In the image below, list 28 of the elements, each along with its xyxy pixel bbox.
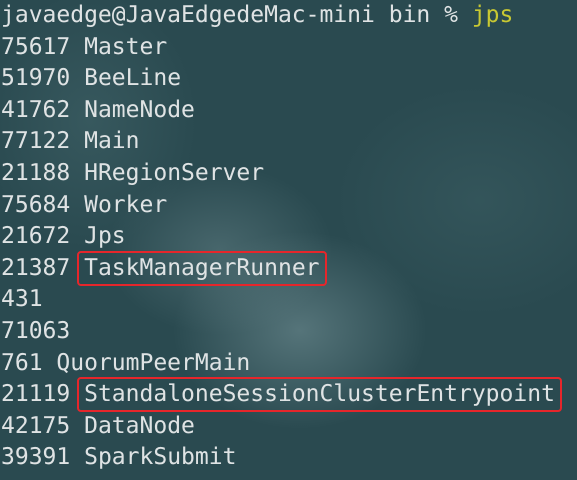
process-name: Worker <box>83 190 168 220</box>
process-id: 21387 <box>1 254 70 281</box>
process-id: 41762 <box>1 96 70 123</box>
process-id: 71063 <box>1 318 70 344</box>
process-name: Main <box>83 127 140 156</box>
process-id: 431 <box>1 286 43 312</box>
process-id: 42175 <box>1 412 70 439</box>
highlighted-process-name: StandaloneSessionClusterEntrypoint <box>77 377 562 412</box>
process-id: 21119 <box>1 381 70 408</box>
process-id: 51970 <box>1 65 70 92</box>
process-id: 21188 <box>1 160 70 186</box>
process-name: SparkSubmit <box>83 443 238 472</box>
process-name: QuorumPeerMain <box>55 348 252 378</box>
command-text: jps <box>472 2 514 28</box>
process-name: BeeLine <box>83 64 182 94</box>
process-name: Master <box>83 32 168 62</box>
process-id: 761 <box>1 350 43 376</box>
process-name: DataNode <box>83 412 196 441</box>
process-id: 75684 <box>1 192 70 218</box>
process-id: 21672 <box>1 223 70 250</box>
highlighted-process-name: TaskManagerRunner <box>77 250 327 286</box>
process-id: 39391 <box>1 444 70 470</box>
prompt-text: javaedge@JavaEdgedeMac-mini bin % <box>1 2 458 28</box>
process-name: NameNode <box>83 96 196 125</box>
process-name: HRegionServer <box>83 158 266 188</box>
process-id: 77122 <box>1 128 70 154</box>
process-id: 75617 <box>1 34 70 60</box>
process-name: Jps <box>83 222 127 252</box>
